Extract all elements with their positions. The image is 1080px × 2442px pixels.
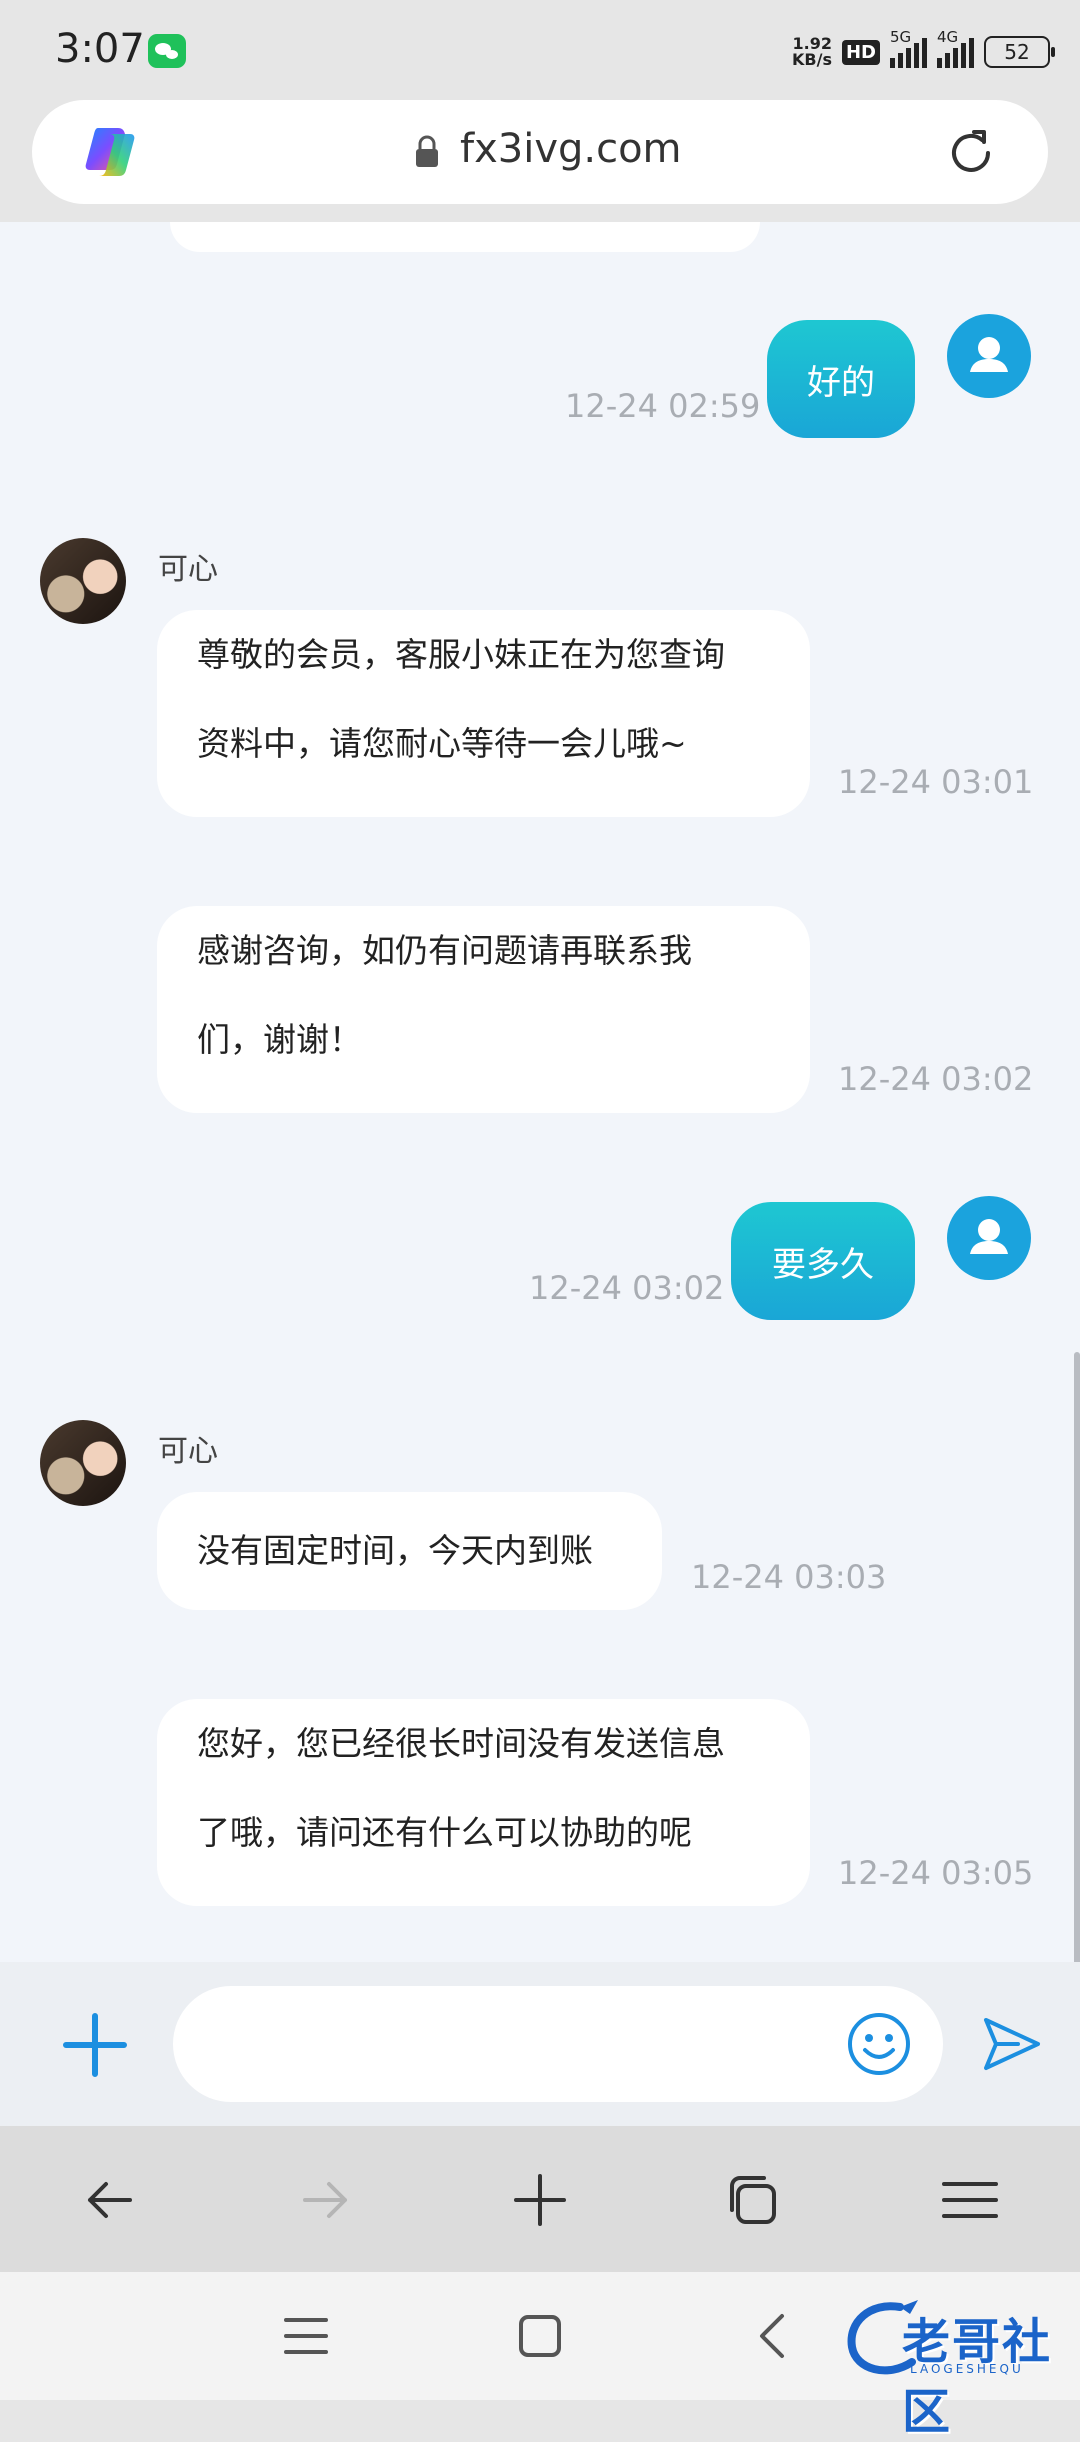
message-timestamp: 12-24 03:02 bbox=[838, 1060, 1034, 1098]
signal-4g-icon: 4G bbox=[937, 28, 974, 68]
message-timestamp: 12-24 03:01 bbox=[838, 763, 1034, 801]
back-icon[interactable] bbox=[746, 2308, 802, 2364]
message-composer bbox=[0, 1962, 1080, 2126]
chat-message-list[interactable]: 好的 12-24 02:59 可心 尊敬的会员，客服小妹正在为您查询 资料中，请… bbox=[0, 222, 1080, 1962]
tabs-icon[interactable] bbox=[724, 2170, 784, 2230]
agent-message-bubble[interactable]: 尊敬的会员，客服小妹正在为您查询 资料中，请您耐心等待一会儿哦~ bbox=[157, 610, 810, 817]
browser-toolbar bbox=[0, 2126, 1080, 2272]
user-avatar[interactable] bbox=[947, 1196, 1031, 1280]
wechat-notification-icon bbox=[148, 34, 186, 68]
user-avatar[interactable] bbox=[947, 314, 1031, 398]
url-text[interactable]: fx3ivg.com bbox=[460, 126, 682, 172]
scrollbar[interactable] bbox=[1074, 1352, 1080, 1962]
message-timestamp: 12-24 03:02 bbox=[529, 1269, 725, 1307]
status-indicators: 1.92 KB/s HD 5G 4G 52 bbox=[792, 28, 1055, 74]
menu-hamburger-icon[interactable] bbox=[940, 2170, 1000, 2230]
reload-icon[interactable] bbox=[944, 126, 998, 180]
back-arrow-icon[interactable] bbox=[80, 2170, 140, 2230]
send-icon[interactable] bbox=[980, 2012, 1044, 2076]
user-avatar-icon bbox=[970, 1219, 1008, 1254]
emoji-icon[interactable] bbox=[846, 2011, 912, 2077]
add-attachment-icon[interactable] bbox=[62, 2012, 128, 2078]
signal-5g-icon: 5G bbox=[890, 28, 927, 68]
agent-message-bubble[interactable]: 没有固定时间，今天内到账 bbox=[157, 1492, 662, 1610]
status-bar: 3:07 1.92 KB/s HD 5G 4G 52 bbox=[0, 0, 1080, 100]
agent-avatar[interactable] bbox=[40, 538, 126, 624]
user-message-bubble[interactable]: 好的 bbox=[767, 320, 915, 438]
copilot-logo-icon[interactable] bbox=[80, 122, 140, 182]
message-input[interactable] bbox=[173, 1986, 943, 2102]
agent-message-bubble[interactable]: 您好，您已经很长时间没有发送信息 了哦，请问还有什么可以协助的呢 bbox=[157, 1699, 810, 1906]
lock-icon bbox=[416, 135, 438, 167]
agent-name: 可心 bbox=[158, 1434, 218, 1469]
system-navigation-bar: 老哥社区 LAOGESHEQU bbox=[0, 2272, 1080, 2440]
message-timestamp: 12-24 03:05 bbox=[838, 1854, 1034, 1892]
user-avatar-icon bbox=[970, 337, 1008, 372]
hd-voice-badge: HD bbox=[841, 39, 880, 65]
message-timestamp: 12-24 02:59 bbox=[565, 387, 761, 425]
network-speed: 1.92 KB/s bbox=[792, 34, 832, 69]
address-bar[interactable]: fx3ivg.com bbox=[32, 100, 1048, 204]
new-tab-plus-icon[interactable] bbox=[510, 2170, 570, 2230]
forward-arrow-icon[interactable] bbox=[295, 2170, 355, 2230]
agent-avatar[interactable] bbox=[40, 1420, 126, 1506]
battery-icon: 52 bbox=[984, 36, 1055, 68]
watermark-logo: 老哥社区 LAOGESHEQU bbox=[840, 2292, 1070, 2440]
message-timestamp: 12-24 03:03 bbox=[691, 1558, 887, 1596]
agent-message-bubble[interactable]: 感谢咨询，如仍有问题请再联系我 们，谢谢！ bbox=[157, 906, 810, 1113]
user-message-bubble[interactable]: 要多久 bbox=[731, 1202, 915, 1320]
recent-apps-icon[interactable] bbox=[278, 2308, 334, 2364]
status-time: 3:07 bbox=[55, 26, 145, 72]
home-icon[interactable] bbox=[512, 2308, 568, 2364]
agent-name: 可心 bbox=[158, 552, 218, 587]
previous-message-bubble bbox=[170, 222, 760, 252]
